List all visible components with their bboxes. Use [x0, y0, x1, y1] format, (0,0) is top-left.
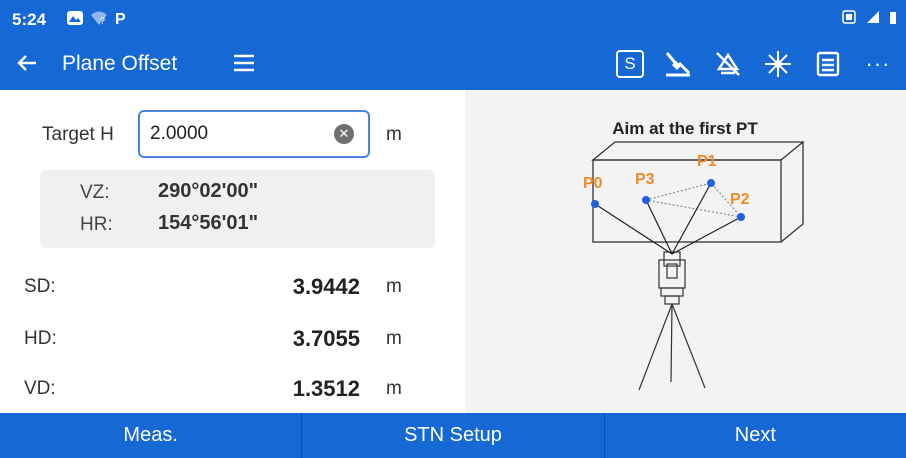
vz-label: VZ:	[80, 182, 110, 203]
hd-label: HD:	[24, 328, 57, 349]
back-arrow-icon[interactable]	[16, 52, 38, 79]
vd-label: VD:	[24, 378, 56, 399]
sd-label: SD:	[24, 276, 56, 297]
next-button[interactable]: Next	[605, 413, 906, 458]
target-polygon	[645, 182, 743, 218]
hr-value: 154°56'01"	[158, 212, 259, 234]
target-h-input[interactable]: 2.0000 ✕	[138, 110, 370, 158]
svg-text:P: P	[115, 11, 126, 26]
laser-pointer-icon[interactable]	[662, 48, 694, 80]
label-p1: P1	[697, 153, 717, 170]
svg-text:?: ?	[100, 16, 105, 26]
vd-unit: m	[386, 378, 402, 399]
status-time: 5:24	[12, 10, 47, 29]
hd-value: 3.7055	[292, 326, 360, 351]
vd-value: 1.3512	[292, 376, 360, 401]
label-p2: P2	[730, 191, 750, 208]
hr-label: HR:	[80, 214, 113, 235]
vz-value: 290°02'00"	[158, 180, 259, 202]
meas-button[interactable]: Meas.	[0, 413, 303, 458]
list-settings-icon[interactable]	[812, 48, 844, 80]
stn-setup-button[interactable]: STN Setup	[302, 413, 605, 458]
diagram-panel: Aim at the first PT P0 P3 P1 P2	[465, 90, 906, 413]
battery-icon	[890, 12, 896, 24]
point-p3	[642, 196, 650, 204]
wifi-question-icon: ?	[91, 11, 107, 26]
sd-unit: m	[386, 276, 402, 297]
target-h-unit: m	[386, 124, 402, 145]
page-title: Plane Offset	[62, 52, 178, 75]
target-h-value: 2.0000	[150, 123, 209, 144]
sd-value: 3.9442	[292, 274, 360, 299]
label-p3: P3	[635, 171, 655, 188]
point-p2	[737, 213, 745, 221]
sight-lines	[594, 182, 742, 255]
prism-off-icon[interactable]	[712, 48, 744, 80]
total-station-icon	[638, 251, 706, 391]
angle-readout: VZ: 290°02'00" HR: 154°56'01"	[40, 170, 435, 248]
status-bar: 5:24 ? P	[0, 0, 906, 40]
parking-icon: P	[115, 11, 126, 26]
gallery-icon	[67, 11, 83, 25]
brightness-icon[interactable]	[762, 48, 794, 80]
s-mode-button[interactable]: S	[616, 50, 644, 78]
point-p0	[591, 200, 599, 208]
bottom-action-bar: Meas. STN Setup Next	[0, 413, 906, 458]
hd-unit: m	[386, 328, 402, 349]
diagram-title: Aim at the first PT	[612, 119, 758, 138]
signal-icon	[867, 11, 879, 23]
plane-offset-diagram: Aim at the first PT P0 P3 P1 P2	[583, 119, 805, 391]
app-bar: Plane Offset S ···	[0, 40, 906, 90]
more-options-icon[interactable]: ···	[862, 48, 894, 80]
label-p0: P0	[583, 175, 603, 192]
hamburger-menu-icon[interactable]	[232, 52, 256, 79]
measurement-panel: Target H 2.0000 ✕ m VZ: 290°02'00" HR: 1…	[0, 90, 465, 413]
sim-icon	[842, 10, 856, 24]
target-h-label: Target H	[42, 124, 114, 145]
clear-icon[interactable]: ✕	[334, 124, 354, 144]
point-p1	[707, 179, 715, 187]
